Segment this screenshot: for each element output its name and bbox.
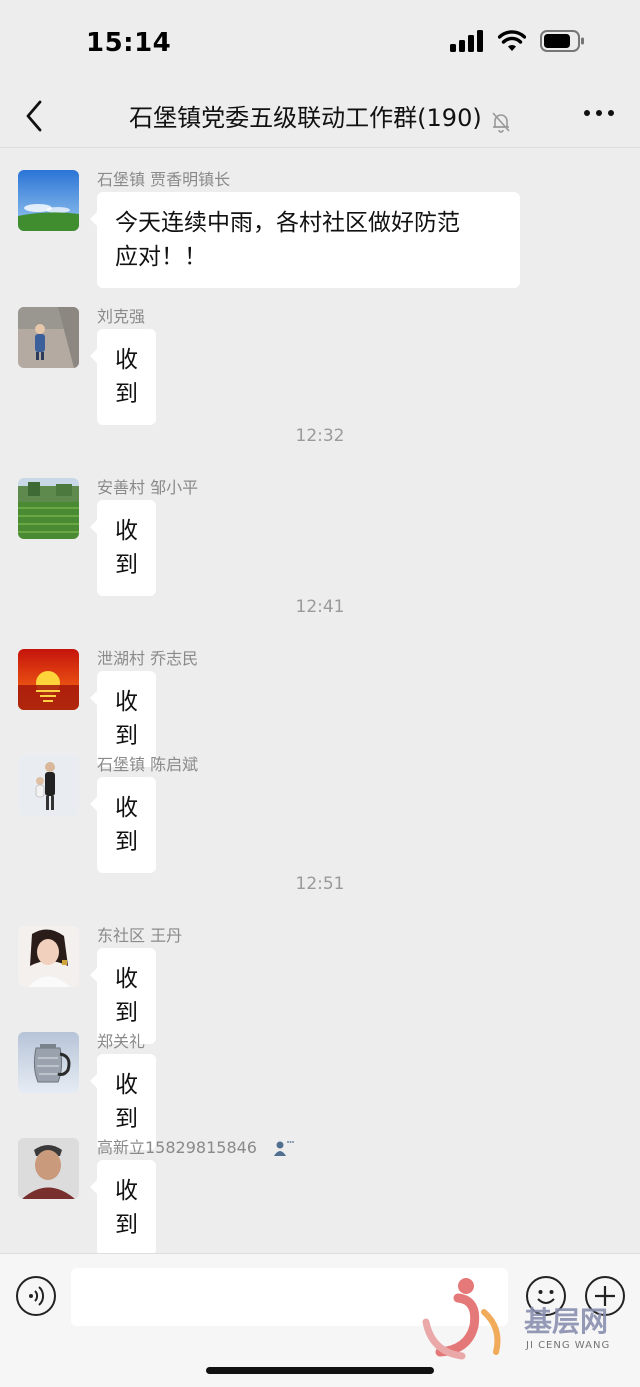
message-bubble[interactable]: 今天连续中雨，各村社区做好防范 应对！！: [90, 192, 520, 288]
message-bubble[interactable]: 收到: [90, 500, 156, 596]
watermark-text: 基层网: [524, 1305, 609, 1338]
timestamp: 12:51: [295, 874, 345, 894]
avatar[interactable]: [18, 478, 79, 539]
status-icons: [450, 30, 586, 52]
watermark-subtext: JI CENG WANG: [526, 1340, 611, 1351]
timestamp: 12:41: [295, 597, 345, 617]
status-time: 15:14: [86, 28, 172, 58]
sender-name: 刘克强: [97, 307, 146, 326]
chat-title-wrap: 石堡镇党委五级联动工作群(190): [0, 98, 640, 133]
sender-name: 泄湖村 乔志民: [97, 649, 199, 668]
watermark-logo-icon: [422, 1278, 501, 1360]
message-bubble[interactable]: 收到: [90, 777, 156, 873]
sender-name: 东社区 王丹: [97, 926, 183, 945]
sender-name-text: 高新立15829815846: [97, 1138, 257, 1157]
message-list: 石堡镇 贾香明镇长 今天连续中雨，各村社区做好防范 应对！！ 刘克强 收到 12…: [0, 150, 640, 1256]
sender-name: 高新立15829815846: [97, 1134, 294, 1158]
status-bar: 15:14: [0, 0, 640, 88]
more-dots-icon[interactable]: [584, 110, 614, 120]
chat-header: 石堡镇党委五级联动工作群(190): [0, 88, 640, 148]
sender-name: 郑关礼: [97, 1032, 146, 1051]
message-bubble[interactable]: 收到: [90, 329, 156, 425]
sender-name: 安善村 邹小平: [97, 478, 199, 497]
avatar[interactable]: [18, 1032, 79, 1093]
avatar[interactable]: [18, 649, 79, 710]
wifi-icon: [498, 30, 526, 51]
sender-name: 石堡镇 贾香明镇长: [97, 170, 231, 189]
bell-off-icon: [492, 111, 510, 133]
message-bubble[interactable]: 收到: [90, 1160, 156, 1256]
timestamp: 12:32: [295, 426, 345, 446]
member-icon: [274, 1140, 294, 1156]
voice-icon[interactable]: [16, 1276, 56, 1316]
avatar[interactable]: [18, 307, 79, 368]
avatar[interactable]: [18, 755, 79, 816]
battery-icon: [540, 30, 584, 52]
avatar[interactable]: [18, 926, 79, 987]
watermark-logo: 基层网 JI CENG WANG: [418, 1272, 633, 1362]
signal-icon: [450, 30, 483, 52]
sender-name: 石堡镇 陈启斌: [97, 755, 199, 774]
avatar[interactable]: [18, 1138, 79, 1199]
avatar[interactable]: [18, 170, 79, 231]
home-indicator[interactable]: [206, 1367, 434, 1374]
chat-title: 石堡镇党委五级联动工作群(190): [129, 104, 482, 132]
